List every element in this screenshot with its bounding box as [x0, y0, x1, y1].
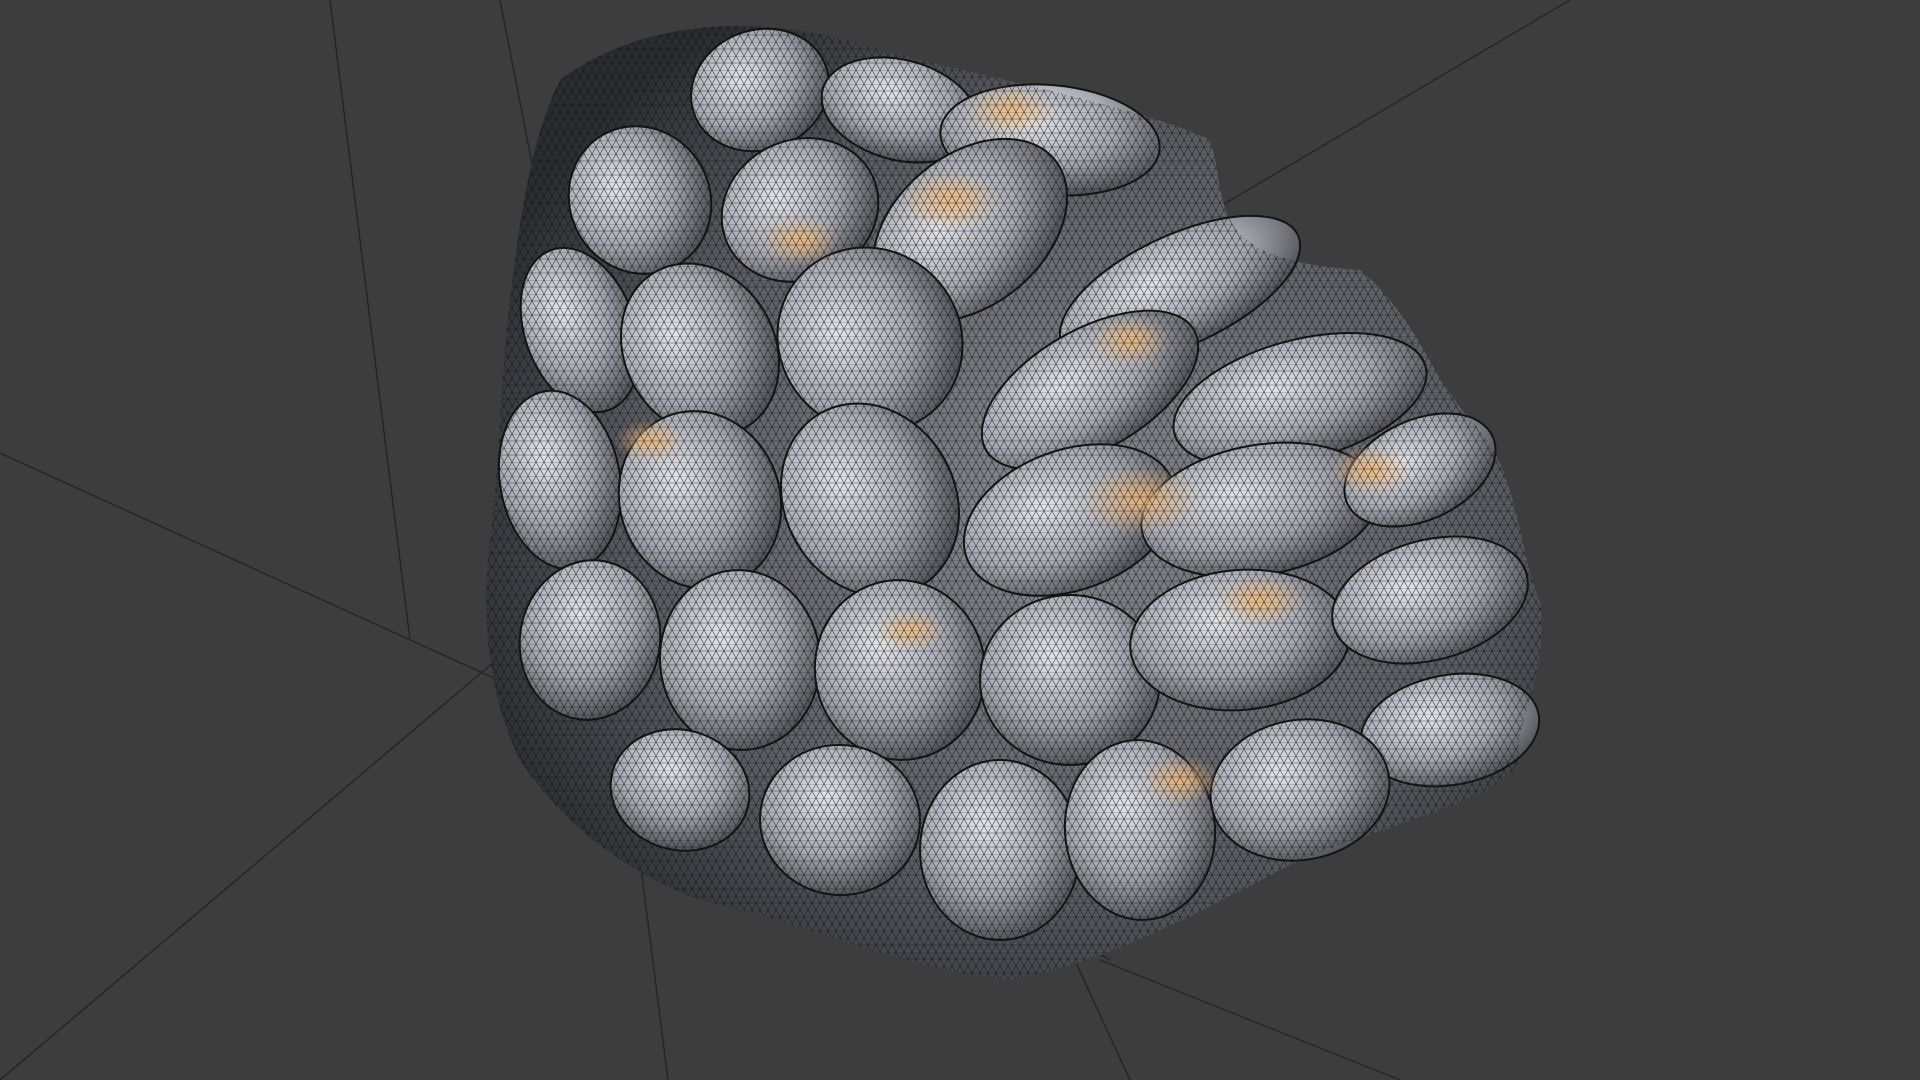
3d-viewport[interactable] [0, 0, 1920, 1080]
wireframe-overlay [486, 25, 1542, 980]
pine-cone-mesh[interactable] [470, 0, 1570, 1000]
viewport-scene[interactable] [0, 0, 1920, 1080]
